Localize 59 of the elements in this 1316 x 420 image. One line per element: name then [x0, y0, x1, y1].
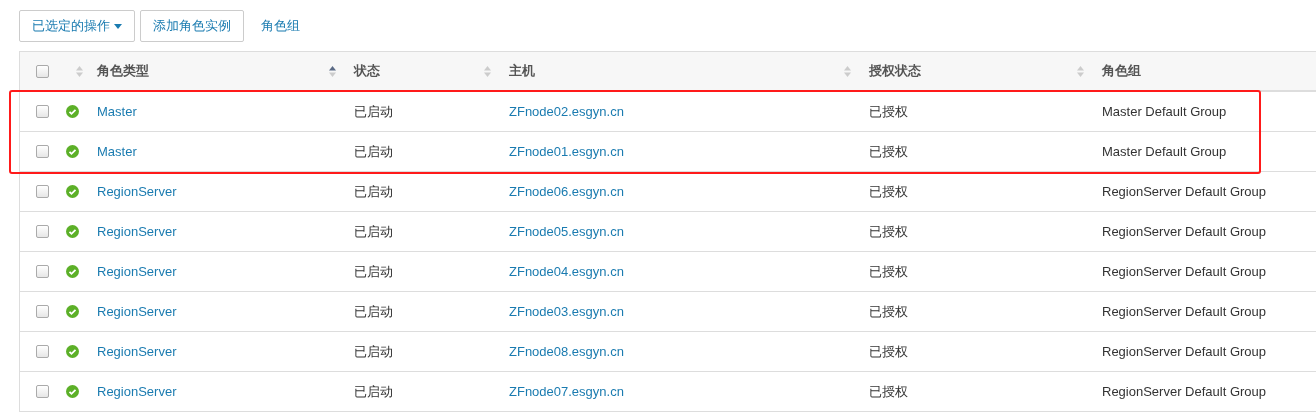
role-group-text: Master Default Group — [1102, 104, 1227, 119]
auth-status-text: 已授权 — [869, 102, 908, 121]
role-type-link[interactable]: RegionServer — [97, 184, 177, 199]
host-link[interactable]: ZFnode01.esgyn.cn — [509, 144, 624, 159]
role-group-text: RegionServer Default Group — [1102, 184, 1267, 199]
select-all-checkbox[interactable] — [36, 64, 49, 78]
host-link[interactable]: ZFnode02.esgyn.cn — [509, 104, 624, 119]
state-text: 已启动 — [354, 222, 393, 241]
row-checkbox[interactable] — [36, 265, 49, 278]
auth-status-text: 已授权 — [869, 262, 908, 281]
state-text: 已启动 — [354, 382, 393, 401]
role-type-link[interactable]: RegionServer — [97, 344, 177, 359]
role-type-link[interactable]: RegionServer — [97, 384, 177, 399]
role-type-link[interactable]: Master — [97, 144, 137, 159]
sort-icon[interactable] — [329, 65, 336, 77]
role-group-text: RegionServer Default Group — [1102, 384, 1267, 399]
role-group-text: Master Default Group — [1102, 144, 1227, 159]
column-header[interactable]: 主机 — [509, 62, 535, 80]
host-link[interactable]: ZFnode05.esgyn.cn — [509, 224, 624, 239]
state-text: 已启动 — [354, 262, 393, 281]
state-text: 已启动 — [354, 142, 393, 161]
auth-status-text: 已授权 — [869, 342, 908, 361]
role-group-text: RegionServer Default Group — [1102, 344, 1267, 359]
row-checkbox[interactable] — [36, 225, 49, 238]
caret-icon — [114, 23, 122, 29]
role-type-link[interactable]: RegionServer — [97, 264, 177, 279]
host-link[interactable]: ZFnode04.esgyn.cn — [509, 264, 624, 279]
row-checkbox[interactable] — [36, 305, 49, 318]
auth-status-text: 已授权 — [869, 222, 908, 241]
role-group-text: RegionServer Default Group — [1102, 264, 1267, 279]
row-checkbox[interactable] — [36, 145, 49, 158]
state-text: 已启动 — [354, 302, 393, 321]
auth-status-text: 已授权 — [869, 302, 908, 321]
host-link[interactable]: ZFnode06.esgyn.cn — [509, 184, 624, 199]
column-header[interactable]: 授权状态 — [869, 62, 921, 80]
column-header[interactable]: 角色类型 — [97, 62, 149, 80]
actions-dropdown[interactable]: 已选定的操作 — [19, 10, 135, 42]
state-text: 已启动 — [354, 342, 393, 361]
role-type-link[interactable]: RegionServer — [97, 224, 177, 239]
row-checkbox[interactable] — [36, 345, 49, 358]
role-type-link[interactable]: RegionServer — [97, 304, 177, 319]
row-checkbox[interactable] — [36, 385, 49, 398]
host-link[interactable]: ZFnode07.esgyn.cn — [509, 384, 624, 399]
state-text: 已启动 — [354, 102, 393, 121]
row-checkbox[interactable] — [36, 185, 49, 198]
state-text: 已启动 — [354, 182, 393, 201]
host-link[interactable]: ZFnode03.esgyn.cn — [509, 304, 624, 319]
row-checkbox[interactable] — [36, 105, 49, 118]
add-role-instance-button[interactable]: 添加角色实例 — [140, 10, 244, 42]
role-group-text: RegionServer Default Group — [1102, 304, 1267, 319]
auth-status-text: 已授权 — [869, 142, 908, 161]
auth-status-text: 已授权 — [869, 382, 908, 401]
column-header[interactable]: 角色组 — [1102, 62, 1141, 80]
column-header[interactable]: 状态 — [354, 62, 380, 80]
auth-status-text: 已授权 — [869, 182, 908, 201]
host-link[interactable]: ZFnode08.esgyn.cn — [509, 344, 624, 359]
role-group-link[interactable]: 角色组 — [249, 17, 312, 35]
role-group-text: RegionServer Default Group — [1102, 224, 1267, 239]
role-type-link[interactable]: Master — [97, 104, 137, 119]
